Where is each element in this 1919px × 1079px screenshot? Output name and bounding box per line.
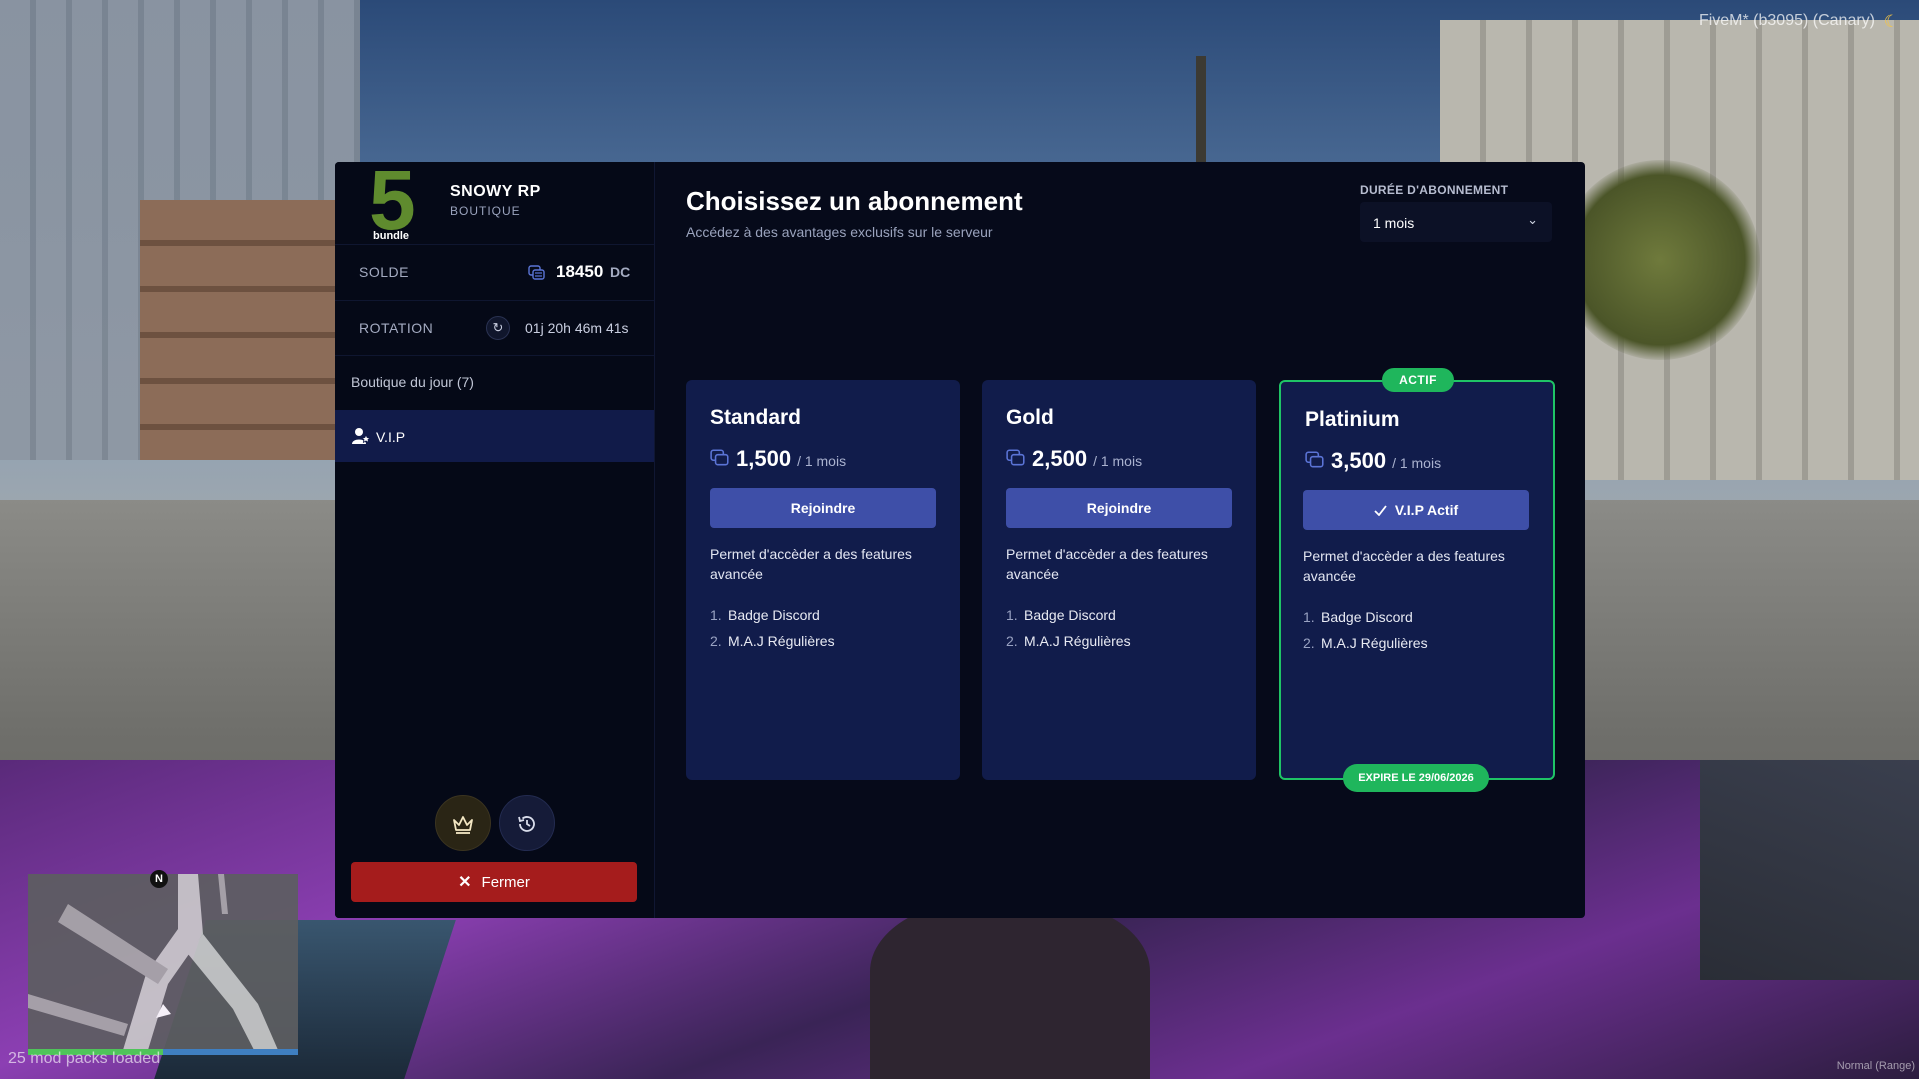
list-item: 1. Badge Discord [1006, 607, 1116, 623]
sidebar-item-vip[interactable]: V.I.P [335, 410, 654, 462]
moon-icon: ☾ [1883, 12, 1899, 31]
shop-panel: 5 bundle SNOWY RP BOUTIQUE SOLDE 18450 D… [335, 162, 1585, 918]
minimap [28, 874, 298, 1050]
sidebar-item-label: V.I.P [376, 429, 406, 445]
crown-button[interactable] [435, 795, 491, 851]
plan-price: 2,500 / 1 mois [1006, 446, 1143, 471]
chevron-down-icon: ⌄ [1527, 212, 1538, 227]
list-item: 1. Badge Discord [710, 607, 820, 623]
user-star-icon [352, 428, 371, 444]
duration-value: 1 mois [1373, 215, 1415, 231]
plan-features: 1. Badge Discord 2. M.A.J Régulières [1303, 604, 1428, 656]
join-button-label: Rejoindre [790, 500, 856, 516]
plan-description: Permet d'accèder a des features avancée [1006, 546, 1208, 582]
history-button[interactable] [499, 795, 555, 851]
crown-icon [453, 816, 473, 835]
join-button-label: Rejoindre [1086, 500, 1152, 516]
plan-card-standard: Standard 1,500 / 1 mois Rejoindre Permet… [686, 380, 960, 780]
rotation-label: ROTATION [359, 320, 434, 336]
coins-icon [1006, 449, 1025, 466]
page-title: Choisissez un abonnement [686, 186, 1023, 216]
mod-packs-status: 25 mod packs loaded [8, 1050, 161, 1067]
brand-title: SNOWY RP [450, 183, 541, 200]
coins-icon [1305, 451, 1324, 468]
plan-card-platinium: ACTIF Platinium 3,500 / 1 mois V.I.P Act… [1279, 368, 1555, 792]
join-button[interactable]: Rejoindre [710, 488, 936, 528]
plan-price: 3,500 / 1 mois [1305, 448, 1442, 473]
active-badge: ACTIF [1382, 368, 1454, 392]
sidebar-item-label: Boutique du jour (7) [351, 374, 474, 390]
voice-mode-label: Normal (Range) [1836, 1060, 1915, 1072]
vip-active-button[interactable]: V.I.P Actif [1303, 490, 1529, 530]
page-subtitle: Accédez à des avantages exclusifs sur le… [686, 224, 993, 240]
expiry-badge: EXPIRE LE 29/06/2026 [1343, 764, 1489, 792]
plan-price: 1,500 / 1 mois [710, 446, 847, 471]
plan-description: Permet d'accèder a des features avancée [710, 546, 912, 582]
list-item: 2. M.A.J Régulières [710, 633, 835, 649]
plan-features: 1. Badge Discord 2. M.A.J Régulières [1006, 602, 1131, 654]
balance-row: SOLDE 18450 DC [335, 244, 654, 300]
brand-subtitle: BOUTIQUE [450, 204, 521, 218]
rotation-countdown: 01j 20h 46m 41s [525, 320, 629, 336]
coins-icon [528, 265, 545, 280]
sidebar: 5 bundle SNOWY RP BOUTIQUE SOLDE 18450 D… [335, 162, 655, 918]
plan-price-period: / 1 mois [1093, 453, 1143, 469]
coins-icon [710, 449, 729, 466]
balance-unit: DC [610, 264, 631, 280]
refresh-icon: ↻ [486, 316, 510, 340]
plan-card-gold: Gold 2,500 / 1 mois Rejoindre Permet d'a… [982, 380, 1256, 780]
plan-description: Permet d'accèder a des features avancée [1303, 548, 1505, 584]
close-button[interactable]: ✕ Fermer [351, 862, 637, 902]
list-item: 1. Badge Discord [1303, 609, 1413, 625]
balance-label: SOLDE [359, 264, 409, 280]
duration-label: DURÉE D'ABONNEMENT [1360, 183, 1509, 197]
plan-name: Standard [710, 406, 802, 429]
brand-header: 5 bundle SNOWY RP BOUTIQUE [335, 162, 654, 244]
plan-features: 1. Badge Discord 2. M.A.J Régulières [710, 602, 835, 654]
plan-name: Gold [1006, 406, 1054, 429]
plan-price-period: / 1 mois [1392, 455, 1442, 471]
compass-north-icon: N [150, 870, 168, 888]
balance-value: 18450 [556, 262, 604, 281]
plan-price-period: / 1 mois [797, 453, 847, 469]
close-button-label: Fermer [481, 873, 530, 891]
rotation-row: ROTATION ↻ 01j 20h 46m 41s [335, 300, 654, 356]
fivem-version-label: FiveM* (b3095) (Canary) [1698, 12, 1875, 29]
plan-name: Platinium [1305, 408, 1400, 431]
sidebar-item-boutique-du-jour[interactable]: Boutique du jour (7) [335, 355, 654, 411]
history-icon [518, 816, 535, 833]
list-item: 2. M.A.J Régulières [1006, 633, 1131, 649]
plan-price-amount: 3,500 [1331, 448, 1387, 473]
logo-word: bundle [373, 230, 410, 242]
close-icon: ✕ [458, 874, 472, 891]
duration-select[interactable]: 1 mois ⌄ [1360, 202, 1552, 242]
vip-active-label: V.I.P Actif [1394, 502, 1459, 518]
checkmark-icon [1374, 504, 1387, 516]
plan-price-amount: 2,500 [1032, 446, 1088, 471]
join-button[interactable]: Rejoindre [1006, 488, 1232, 528]
brand-logo: 5 bundle [369, 162, 433, 244]
plan-price-amount: 1,500 [736, 446, 792, 471]
list-item: 2. M.A.J Régulières [1303, 635, 1428, 651]
